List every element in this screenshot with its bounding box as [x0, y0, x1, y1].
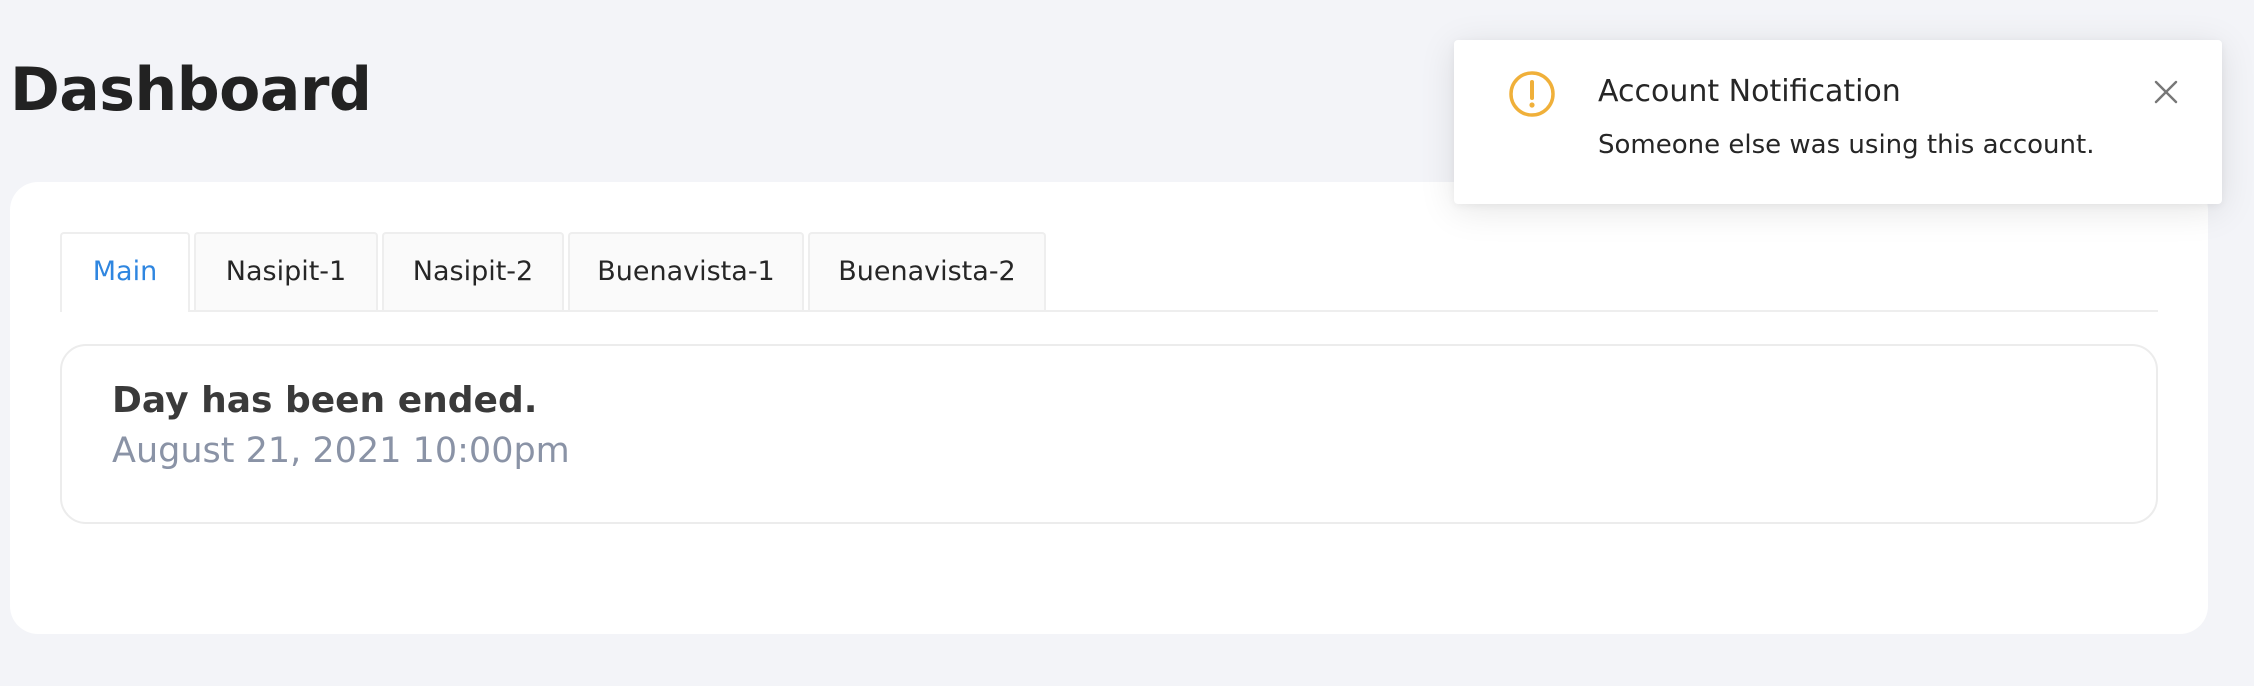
- tab-main[interactable]: Main: [60, 232, 190, 312]
- tab-buenavista-1[interactable]: Buenavista-1: [568, 232, 804, 310]
- close-icon[interactable]: [2150, 76, 2182, 108]
- day-status-panel: Day has been ended. August 21, 2021 10:0…: [60, 344, 2158, 524]
- notification-message: Someone else was using this account.: [1598, 130, 2095, 160]
- dashboard-card: Main Nasipit-1 Nasipit-2 Buenavista-1 Bu…: [10, 182, 2208, 634]
- tab-bar: Main Nasipit-1 Nasipit-2 Buenavista-1 Bu…: [60, 232, 2158, 312]
- tab-nasipit-1[interactable]: Nasipit-1: [194, 232, 378, 310]
- notification-title: Account Notification: [1598, 74, 1901, 109]
- tab-nasipit-2[interactable]: Nasipit-2: [382, 232, 564, 310]
- tab-buenavista-2[interactable]: Buenavista-2: [808, 232, 1046, 310]
- status-datetime: August 21, 2021 10:00pm: [112, 431, 570, 471]
- account-notification: Account Notification Someone else was us…: [1454, 40, 2222, 204]
- status-heading: Day has been ended.: [112, 380, 538, 421]
- warning-icon: [1508, 70, 1556, 118]
- page-title: Dashboard: [10, 55, 372, 125]
